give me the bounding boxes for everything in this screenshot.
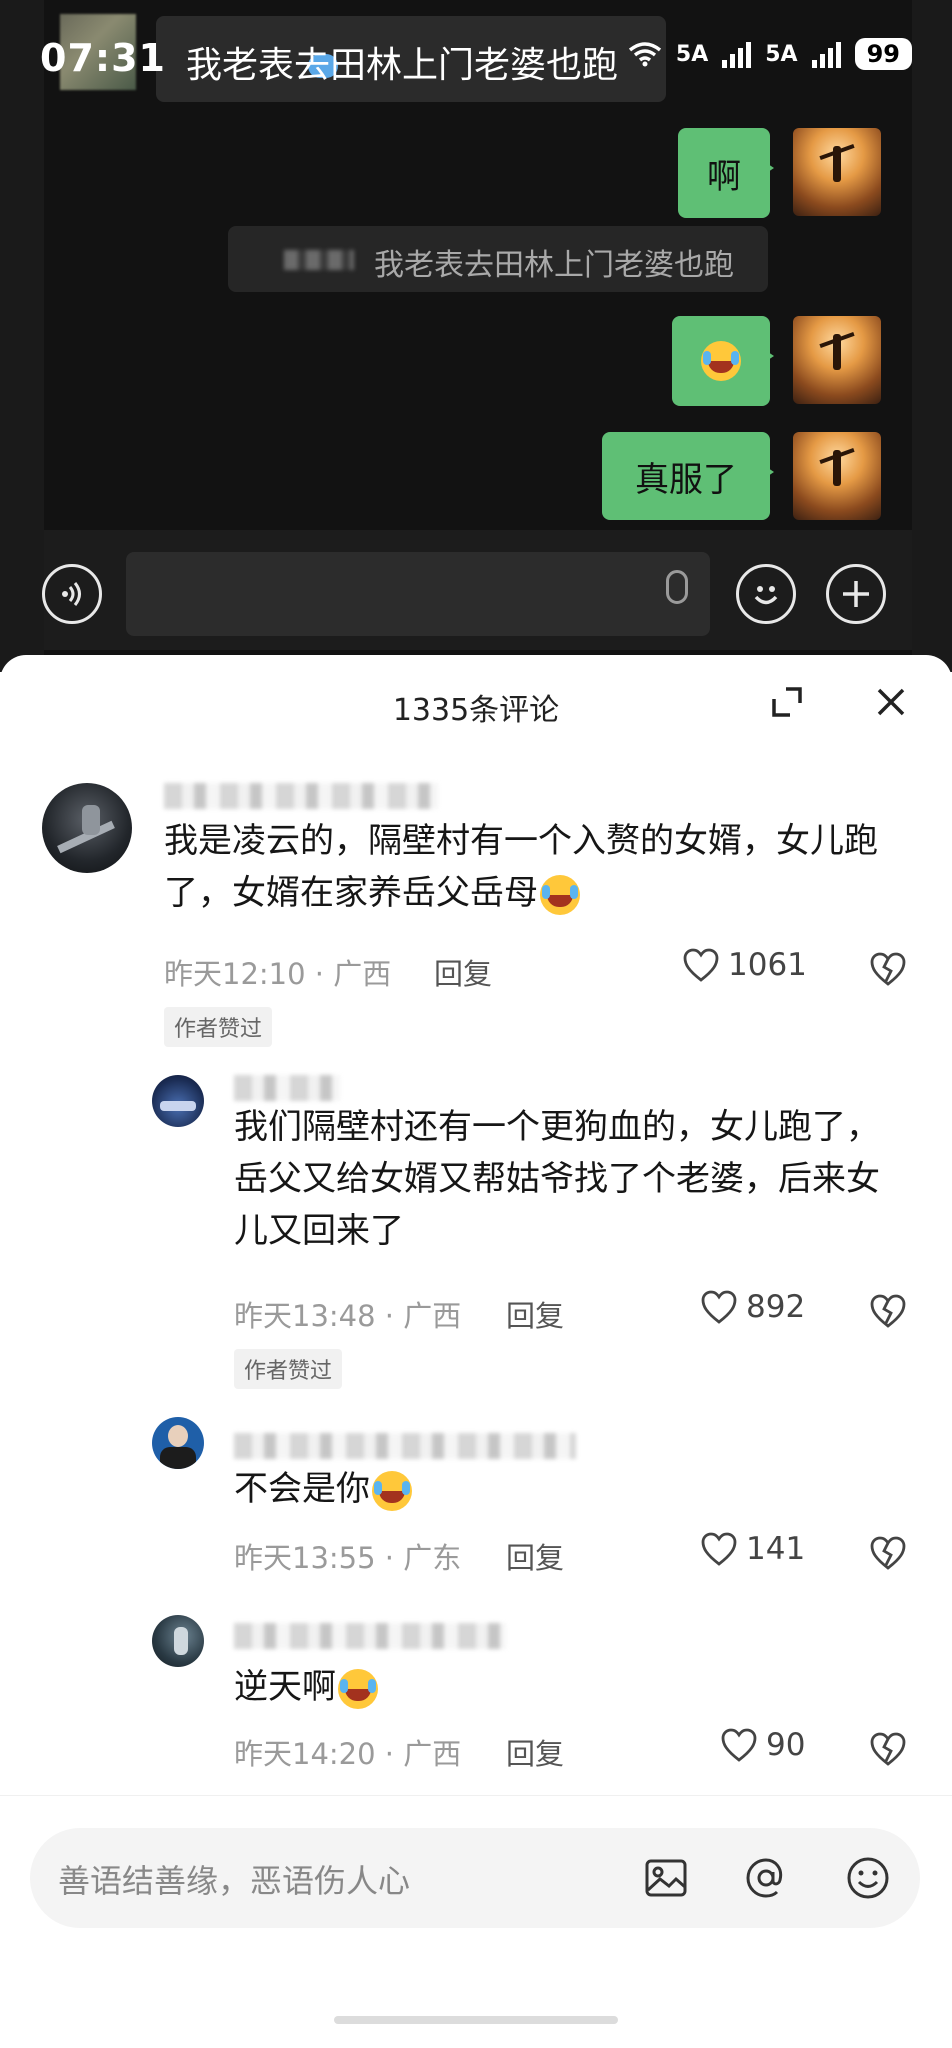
status-bar: 07:31 5A 5A 99 [0, 28, 952, 88]
reply-button[interactable]: 回复 [506, 1731, 564, 1773]
message-text: 真服了 [635, 459, 737, 500]
author-liked-badge: 作者赞过 [234, 1349, 343, 1389]
wifi-icon [628, 42, 661, 67]
reply-button[interactable]: 回复 [506, 1293, 564, 1335]
dislike-icon[interactable] [868, 949, 908, 987]
my-avatar[interactable] [793, 128, 881, 216]
dislike-icon[interactable] [868, 1533, 908, 1571]
expand-icon[interactable] [766, 681, 808, 723]
comment-text: 逆天啊 [234, 1661, 378, 1713]
like-count: 1061 [728, 947, 807, 983]
comment-time-location: 昨天14:20 · 广西 [234, 1737, 462, 1771]
like-button[interactable]: 90 [720, 1727, 805, 1763]
like-button[interactable]: 141 [700, 1531, 805, 1567]
comment-text: 我是凌云的，隔壁村有一个入赘的女婿，女儿跑了，女婿在家养岳父岳母 [164, 821, 878, 915]
quoted-text: 我老表去田林上门老婆也跑 [374, 248, 734, 283]
signal-icon [811, 40, 841, 68]
chat-bubble[interactable]: 真服了 [602, 432, 774, 520]
comment-input-placeholder: 善语结善缘，恶语伤人心 [58, 1862, 411, 1900]
comment-time-location: 昨天13:48 · 广西 [234, 1299, 462, 1333]
chat-bubble-emoji[interactable] [672, 316, 774, 406]
comment-text: 不会是你 [234, 1463, 412, 1515]
chat-message-input[interactable] [126, 552, 710, 636]
heart-icon [701, 1532, 737, 1566]
comment-input-field[interactable]: 善语结善缘，恶语伤人心 [30, 1828, 920, 1928]
like-button[interactable]: 1061 [682, 947, 807, 983]
comment-time-location: 昨天13:55 · 广东 [234, 1541, 462, 1575]
my-avatar[interactable] [793, 316, 881, 404]
heart-icon [721, 1728, 757, 1762]
comment-text: 我们隔壁村还有一个更狗血的，女儿跑了，岳父又给女婿又帮姑爷找了个老婆，后来女儿又… [234, 1107, 880, 1251]
dislike-icon[interactable] [868, 1291, 908, 1329]
crying-laughing-emoji [540, 874, 580, 915]
add-button[interactable] [826, 564, 886, 624]
crying-laughing-emoji [701, 341, 741, 381]
heart-icon [701, 1290, 737, 1324]
comment-text-content: 不会是你 [234, 1469, 370, 1509]
plus-icon [843, 581, 869, 607]
commenter-name-blurred [234, 1433, 576, 1459]
mention-icon[interactable] [742, 1854, 790, 1902]
commenter-avatar[interactable] [152, 1615, 204, 1667]
comments-count-title: 1335条评论 [392, 693, 560, 728]
message-text: 啊 [707, 156, 741, 197]
status-time: 07:31 [40, 36, 166, 80]
image-icon[interactable] [642, 1854, 690, 1902]
chat-screenshot: 我老表去田林上门老婆也跑 07:31 5A 5A 99 啊 我老表去田林上门老婆… [0, 0, 952, 672]
comment-input-bar: 善语结善缘，恶语伤人心 [0, 1795, 952, 2048]
my-avatar[interactable] [793, 432, 881, 520]
network-type-1: 5A [675, 41, 709, 67]
smiley-icon [754, 586, 778, 605]
network-type-2: 5A [765, 41, 798, 67]
comments-sheet: 1335条评论 我是凌云的，隔壁村有一个入赘的女婿，女儿跑了，女婿在家养岳父岳母… [0, 655, 952, 2048]
commenter-avatar[interactable] [152, 1075, 204, 1127]
like-count: 141 [746, 1531, 806, 1567]
commenter-avatar[interactable] [152, 1417, 204, 1469]
quoted-message[interactable]: 我老表去田林上门老婆也跑 [228, 226, 768, 292]
author-liked-badge: 作者赞过 [164, 1007, 273, 1047]
chat-bubble[interactable]: 啊 [678, 128, 774, 218]
commenter-name-blurred [234, 1623, 506, 1649]
voice-icon [62, 582, 81, 606]
voice-button[interactable] [42, 564, 102, 624]
crying-laughing-emoji [338, 1668, 378, 1709]
home-indicator[interactable] [334, 2016, 618, 2024]
like-count: 892 [746, 1289, 806, 1325]
like-button[interactable]: 892 [700, 1289, 805, 1325]
quoted-sender-blurred [284, 250, 354, 270]
heart-icon [683, 948, 719, 982]
commenter-name-blurred [164, 783, 438, 809]
battery-indicator: 99 [854, 38, 912, 70]
reply-button[interactable]: 回复 [434, 951, 492, 993]
reply-button[interactable]: 回复 [506, 1535, 564, 1577]
comment-time-location: 昨天12:10 · 广西 [164, 957, 392, 991]
crying-laughing-emoji [372, 1470, 412, 1511]
commenter-name-blurred [234, 1075, 340, 1101]
comment-text-content: 逆天啊 [234, 1667, 336, 1707]
emoji-button[interactable] [736, 564, 796, 624]
dislike-icon[interactable] [868, 1729, 908, 1767]
commenter-avatar[interactable] [42, 783, 132, 873]
microphone-icon[interactable] [666, 570, 688, 604]
smiley-icon[interactable] [844, 1854, 892, 1902]
like-count: 90 [766, 1727, 806, 1763]
signal-icon [722, 40, 752, 68]
close-icon[interactable] [870, 681, 912, 723]
